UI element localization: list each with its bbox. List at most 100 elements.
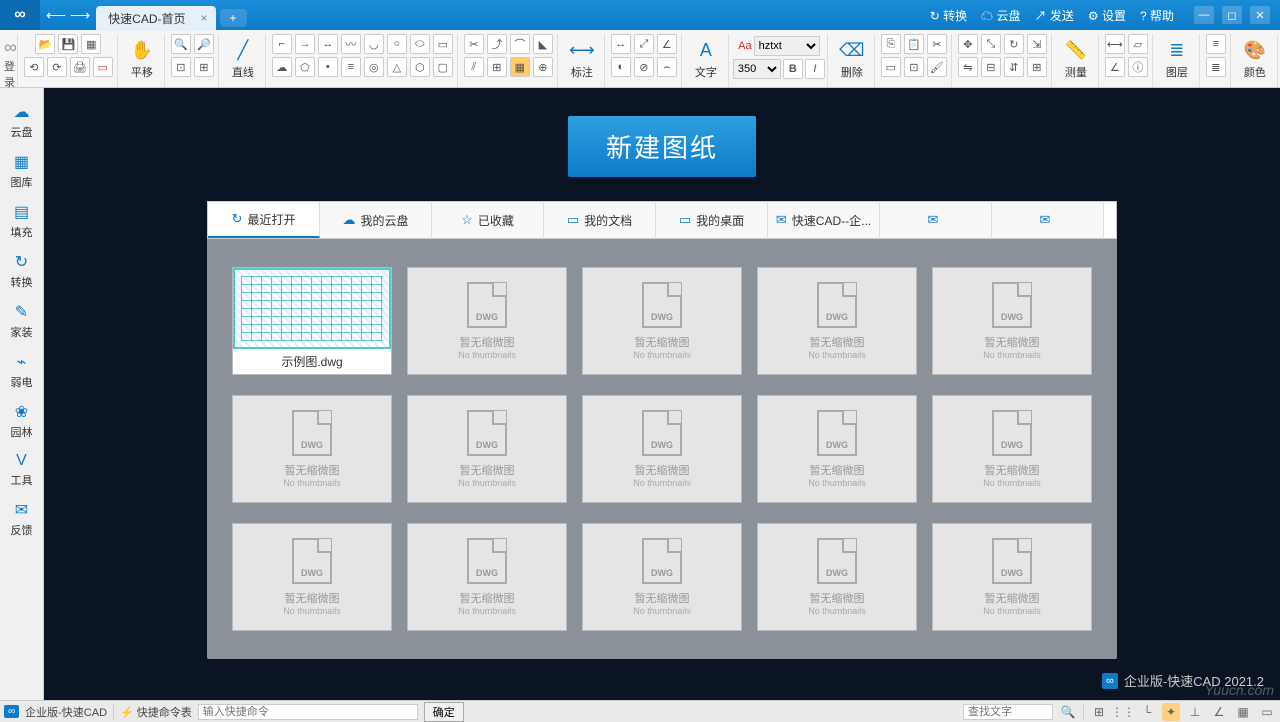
file-thumb-empty[interactable]: 暂无缩微图No thumbnails <box>582 523 742 631</box>
open-button[interactable]: 📂 <box>35 34 55 54</box>
array-button[interactable]: ⊞ <box>487 57 507 77</box>
rectangle-button[interactable]: ▭ <box>433 34 453 54</box>
osnap-icon[interactable]: ✦ <box>1162 703 1180 721</box>
fillet-button[interactable]: ⌒ <box>510 34 530 54</box>
save-button[interactable]: 💾 <box>58 34 78 54</box>
dim-linear-button[interactable]: ↔ <box>611 34 631 54</box>
convert-button[interactable]: ↻ 转换 <box>930 7 967 24</box>
file-tab-6[interactable]: ✉ <box>880 202 992 238</box>
snap-grid-icon[interactable]: ⊞ <box>1090 703 1108 721</box>
scale-button[interactable]: ⤡ <box>981 34 1001 54</box>
file-thumb-empty[interactable]: 暂无缩微图No thumbnails <box>407 523 567 631</box>
point-button[interactable]: • <box>318 57 338 77</box>
text-button[interactable]: A 文字 <box>688 34 724 82</box>
offset-button[interactable]: ⫽ <box>464 57 484 77</box>
dim-aligned-button[interactable]: ⤢ <box>634 34 654 54</box>
snap-dots-icon[interactable]: ⋮⋮ <box>1114 703 1132 721</box>
paste-button[interactable]: 📋 <box>904 34 924 54</box>
mirror-button[interactable]: ⇋ <box>958 57 978 77</box>
dist-button[interactable]: ⟷ <box>1105 34 1125 54</box>
shape2-button[interactable]: ▢ <box>433 57 453 77</box>
file-tab-3[interactable]: ▭我的文档 <box>544 202 656 238</box>
track-icon[interactable]: ▦ <box>1234 703 1252 721</box>
file-thumb-empty[interactable]: 暂无缩微图No thumbnails <box>232 523 392 631</box>
id-button[interactable]: ⓘ <box>1128 57 1148 77</box>
settings-button[interactable]: ⚙ 设置 <box>1088 7 1126 24</box>
polygon-button[interactable]: ⬠ <box>295 57 315 77</box>
send-button[interactable]: ↗ 发送 <box>1035 7 1074 24</box>
trim-button[interactable]: ✂ <box>464 34 484 54</box>
pdf-button[interactable]: ▭ <box>93 57 113 77</box>
shape1-button[interactable]: ⬡ <box>410 57 430 77</box>
color-button[interactable]: 🎨 颜色 <box>1237 34 1273 82</box>
forward-arrow-icon[interactable]: ⟶ <box>70 7 90 24</box>
cloud-button[interactable]: ☁ 云盘 <box>981 7 1020 24</box>
undo-button[interactable]: ⟲ <box>24 57 44 77</box>
file-thumb-empty[interactable]: 暂无缩微图No thumbnails <box>582 267 742 375</box>
confirm-button[interactable]: 确定 <box>424 702 464 722</box>
file-thumb-empty[interactable]: 暂无缩微图No thumbnails <box>932 523 1092 631</box>
delete-button[interactable]: ⌫ 删除 <box>834 34 870 82</box>
new-drawing-button[interactable]: 新建图纸 <box>568 116 756 177</box>
quick-cmd-button[interactable]: ⚡ 快捷命令表 <box>120 704 192 720</box>
rotate-button[interactable]: ↻ <box>1004 34 1024 54</box>
perp-icon[interactable]: ⊥ <box>1186 703 1204 721</box>
file-thumb-empty[interactable]: 暂无缩微图No thumbnails <box>407 267 567 375</box>
zoom-fit-button[interactable]: ⊞ <box>194 57 214 77</box>
polyline-button[interactable]: ⌐ <box>272 34 292 54</box>
revcloud-button[interactable]: ☁ <box>272 57 292 77</box>
file-tab-2[interactable]: ☆已收藏 <box>432 202 544 238</box>
file-tab-5[interactable]: ✉快速CAD--企... <box>768 202 880 238</box>
font-name-select[interactable]: hztxt <box>754 36 820 56</box>
annotate-button[interactable]: ⟷ 标注 <box>564 34 600 82</box>
print-button[interactable]: 🖨 <box>70 57 90 77</box>
ellipse-button[interactable]: ⬭ <box>410 34 430 54</box>
close-button[interactable]: ✕ <box>1250 6 1270 24</box>
measure-button[interactable]: 📏 测量 <box>1058 34 1094 82</box>
spline-button[interactable]: 〰 <box>341 34 361 54</box>
sidebar-item-0[interactable]: ☁云盘 <box>0 96 43 146</box>
new-tab-button[interactable]: + <box>220 9 247 27</box>
maximize-button[interactable]: ◻ <box>1222 6 1242 24</box>
stretch-button[interactable]: ⇲ <box>1027 34 1047 54</box>
layer2-button[interactable]: ≣ <box>1206 57 1226 77</box>
flip-button[interactable]: ⇵ <box>1004 57 1024 77</box>
select-button[interactable]: ▭ <box>881 57 901 77</box>
triangle-button[interactable]: △ <box>387 57 407 77</box>
back-arrow-icon[interactable]: ⟵ <box>46 7 66 24</box>
hatch-button[interactable]: ▦ <box>510 57 530 77</box>
search-icon[interactable]: 🔍 <box>1059 703 1077 721</box>
ray-button[interactable]: → <box>295 34 315 54</box>
sidebar-item-7[interactable]: V工具 <box>0 446 43 494</box>
angle-button[interactable]: ∠ <box>1105 57 1125 77</box>
copy-button[interactable]: ⎘ <box>881 34 901 54</box>
file-thumb-empty[interactable]: 暂无缩微图No thumbnails <box>757 267 917 375</box>
file-thumb-sample[interactable]: 示例图.dwg <box>232 267 392 375</box>
selectall-button[interactable]: ⊡ <box>904 57 924 77</box>
minimize-button[interactable]: — <box>1194 6 1214 24</box>
join-button[interactable]: ⊕ <box>533 57 553 77</box>
dim-diameter-button[interactable]: ⊘ <box>634 57 654 77</box>
sidebar-item-1[interactable]: ▦图库 <box>0 146 43 196</box>
file-thumb-empty[interactable]: 暂无缩微图No thumbnails <box>582 395 742 503</box>
file-tab-4[interactable]: ▭我的桌面 <box>656 202 768 238</box>
line-button[interactable]: ╱ 直线 <box>225 34 261 82</box>
font-size-select[interactable]: 350 <box>733 59 781 79</box>
grid-button[interactable]: ⊞ <box>1027 57 1047 77</box>
model-icon[interactable]: ▭ <box>1258 703 1276 721</box>
dim-arc-button[interactable]: ⌢ <box>657 57 677 77</box>
brush-button[interactable]: 🖌 <box>927 57 947 77</box>
circle-button[interactable]: ○ <box>387 34 407 54</box>
file-thumb-empty[interactable]: 暂无缩微图No thumbnails <box>932 267 1092 375</box>
sidebar-item-3[interactable]: ↻转换 <box>0 246 43 296</box>
layer1-button[interactable]: ≡ <box>1206 34 1226 54</box>
help-button[interactable]: ? 帮助 <box>1140 7 1174 24</box>
file-thumb-empty[interactable]: 暂无缩微图No thumbnails <box>757 523 917 631</box>
file-thumb-empty[interactable]: 暂无缩微图No thumbnails <box>407 395 567 503</box>
ortho-icon[interactable]: └ <box>1138 703 1156 721</box>
file-thumb-empty[interactable]: 暂无缩微图No thumbnails <box>232 395 392 503</box>
layer-button[interactable]: ≣ 图层 <box>1159 34 1195 82</box>
xline-button[interactable]: ↔ <box>318 34 338 54</box>
zoom-in-button[interactable]: 🔍 <box>171 34 191 54</box>
zoom-window-button[interactable]: ⊡ <box>171 57 191 77</box>
